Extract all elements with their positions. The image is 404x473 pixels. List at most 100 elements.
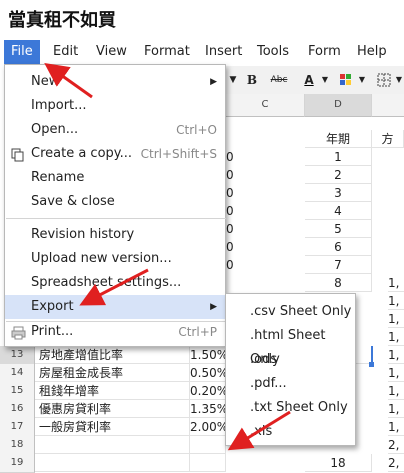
menu-item-create-copy[interactable]: Create a copy... Ctrl+Shift+S <box>5 142 225 166</box>
cell-d[interactable]: 8 <box>305 274 372 292</box>
cell-value[interactable] <box>190 454 226 472</box>
menu-format[interactable]: Format <box>137 40 197 64</box>
cell-d[interactable]: 7 <box>305 256 372 274</box>
row-header[interactable]: 15 <box>0 382 35 401</box>
export-ods[interactable]: .ods <box>226 348 355 372</box>
row-header[interactable]: 16 <box>0 400 35 419</box>
column-header-e[interactable] <box>372 94 404 117</box>
cell-value[interactable]: 0.20% <box>190 382 226 400</box>
menu-item-save-close[interactable]: Save & close <box>5 190 225 214</box>
menu-item-label: Open... <box>31 122 79 137</box>
cell-e-header[interactable]: 方 <box>372 130 404 148</box>
cell-d[interactable]: 18 <box>305 454 372 472</box>
cell-e[interactable]: 1, <box>388 418 404 436</box>
bold-button[interactable]: B <box>244 70 260 90</box>
chevron-down-icon[interactable]: ▼ <box>357 70 367 90</box>
cell-value[interactable]: 0.50% <box>190 364 226 382</box>
cell-e[interactable]: 1, <box>388 346 404 364</box>
row-header[interactable]: 17 <box>0 418 35 437</box>
menu-item-revision-history[interactable]: Revision history <box>5 223 225 247</box>
cell-d-header[interactable]: 年期 <box>305 130 372 148</box>
menu-form[interactable]: Form <box>301 40 348 64</box>
cell-d[interactable]: 4 <box>305 202 372 220</box>
menu-item-rename[interactable]: Rename <box>5 166 225 190</box>
cell-b-partial[interactable]: 0 <box>226 148 236 166</box>
export-csv[interactable]: .csv Sheet Only <box>226 300 355 324</box>
chevron-down-icon[interactable]: ▼ <box>394 70 404 90</box>
strikethrough-button[interactable]: Abc <box>266 70 292 90</box>
cell-b-partial[interactable]: 0 <box>226 184 236 202</box>
text-color-button[interactable]: A <box>300 70 318 90</box>
menu-item-label: Save & close <box>31 194 115 209</box>
menu-divider <box>6 218 226 219</box>
cell-value[interactable]: 2.00% <box>190 418 226 436</box>
menu-item-label: Revision history <box>31 227 135 242</box>
menu-tools[interactable]: Tools <box>250 40 296 64</box>
cell-value[interactable] <box>190 436 226 454</box>
cell-d[interactable]: 6 <box>305 238 372 256</box>
menu-item-settings[interactable]: Spreadsheet settings... <box>5 271 225 295</box>
menu-view[interactable]: View <box>89 40 134 64</box>
cell-label[interactable] <box>35 454 190 472</box>
cell-d[interactable]: 1 <box>305 148 372 166</box>
cell-e[interactable]: 1, <box>388 328 404 346</box>
menu-item-label: Import... <box>31 98 87 113</box>
export-pdf[interactable]: .pdf... <box>226 372 355 396</box>
cell-d[interactable]: 2 <box>305 166 372 184</box>
cell-e[interactable]: 2, <box>388 454 404 472</box>
menu-item-import[interactable]: Import... <box>5 94 225 118</box>
cell-label[interactable]: 優惠房貸利率 <box>35 400 190 418</box>
borders-button[interactable] <box>374 70 394 90</box>
menu-item-upload-version[interactable]: Upload new version... <box>5 247 225 271</box>
menu-item-label: Print... <box>31 324 74 339</box>
cell-label[interactable] <box>35 436 190 454</box>
cell-e[interactable]: 1, <box>388 364 404 382</box>
dropdown-arrow-icon[interactable]: ▼ <box>228 70 238 90</box>
export-xls[interactable]: .xls <box>226 420 355 444</box>
export-html[interactable]: .html Sheet Only <box>226 324 355 367</box>
submenu-arrow-icon: ▶ <box>210 302 217 312</box>
cell-d[interactable]: 3 <box>305 184 372 202</box>
cell-b-partial[interactable]: 0 <box>226 166 236 184</box>
chevron-down-icon[interactable]: ▼ <box>320 70 330 90</box>
column-header-d[interactable]: D <box>305 94 372 117</box>
cell-label[interactable]: 房地產增值比率 <box>35 346 190 364</box>
cell-e[interactable]: 1, <box>388 400 404 418</box>
menu-edit[interactable]: Edit <box>46 40 85 64</box>
menu-item-label: Export <box>31 299 74 314</box>
menu-item-new[interactable]: New ▶ <box>5 70 225 94</box>
cell-value[interactable]: 1.35% <box>190 400 226 418</box>
cell-e[interactable]: 1, <box>388 292 404 310</box>
menu-item-label: Upload new version... <box>31 251 172 266</box>
menu-item-export[interactable]: Export ▶ <box>5 295 225 319</box>
menu-item-label: New <box>31 74 60 89</box>
column-header-c[interactable]: C <box>226 94 305 117</box>
row-header[interactable]: 18 <box>0 436 35 455</box>
menu-insert[interactable]: Insert <box>198 40 249 64</box>
cell-b-partial[interactable]: 0 <box>226 256 236 274</box>
cell-b-partial[interactable]: 0 <box>226 238 236 256</box>
cell-e[interactable]: 1, <box>388 382 404 400</box>
row-header[interactable]: 14 <box>0 364 35 383</box>
fill-color-button[interactable] <box>336 70 356 90</box>
cell-e[interactable]: 2, <box>388 436 404 454</box>
cell-d[interactable]: 5 <box>305 220 372 238</box>
cell-label[interactable]: 一般房貸利率 <box>35 418 190 436</box>
menu-help[interactable]: Help <box>350 40 394 64</box>
cell-b-partial[interactable]: 0 <box>226 220 236 238</box>
menu-shortcut: Ctrl+Shift+S <box>140 147 217 161</box>
export-txt[interactable]: .txt Sheet Only <box>226 396 355 420</box>
cell-e[interactable]: 1, <box>388 274 404 292</box>
menu-item-label: .pdf... <box>250 376 287 391</box>
row-header[interactable]: 19 <box>0 454 35 473</box>
menu-file[interactable]: File <box>4 40 40 64</box>
cell-value[interactable]: 1.50% <box>190 346 226 364</box>
document-title[interactable]: 當真租不如買 <box>8 6 116 32</box>
menu-item-open[interactable]: Open... Ctrl+O <box>5 118 225 142</box>
cell-label[interactable]: 租錢年增率 <box>35 382 190 400</box>
cell-e[interactable]: 1, <box>388 310 404 328</box>
cell-b-partial[interactable]: 0 <box>226 202 236 220</box>
cell-label[interactable]: 房屋租金成長率 <box>35 364 190 382</box>
menu-item-print[interactable]: Print... Ctrl+P <box>5 320 225 344</box>
menu-item-label: .ods <box>250 352 278 367</box>
